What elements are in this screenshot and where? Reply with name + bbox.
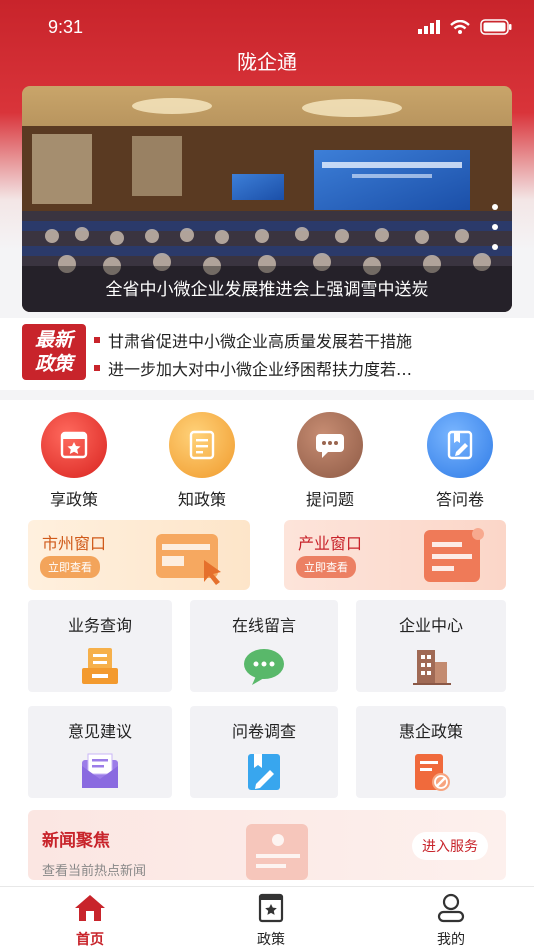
industry-window-card[interactable]: 产业窗口 立即查看 bbox=[284, 520, 506, 590]
industry-list-icon bbox=[424, 528, 484, 582]
city-window-title: 市州窗口 bbox=[42, 534, 107, 553]
tab-home[interactable]: 首页 bbox=[50, 893, 130, 949]
envelope-icon bbox=[82, 753, 118, 788]
building-icon bbox=[413, 650, 451, 685]
wifi-icon bbox=[450, 20, 470, 34]
service-enterprise-center[interactable]: 企业中心 bbox=[356, 600, 506, 692]
carousel-dot bbox=[492, 204, 498, 210]
industry-window-title: 产业窗口 bbox=[298, 534, 363, 553]
latest-policy-badge: 最新 政策 bbox=[22, 324, 86, 380]
quick-answer-survey[interactable]: 答问卷 bbox=[420, 412, 500, 510]
quick-know-policy[interactable]: 知政策 bbox=[162, 412, 242, 510]
document-icon bbox=[169, 412, 235, 478]
bullet-icon bbox=[94, 365, 100, 371]
card-click-icon bbox=[156, 534, 221, 585]
tab-label: 首页 bbox=[76, 932, 104, 948]
industry-window-view-button[interactable]: 立即查看 bbox=[296, 556, 356, 578]
service-business-inquiry[interactable]: 业务查询 bbox=[28, 600, 172, 692]
city-window-view-button[interactable]: 立即查看 bbox=[40, 556, 100, 578]
service-label: 企业中心 bbox=[398, 616, 463, 635]
service-questionnaire-survey[interactable]: 问卷调查 bbox=[190, 706, 338, 798]
carousel-dot bbox=[492, 224, 498, 230]
policy-star-icon bbox=[41, 412, 107, 478]
quick-ask-question[interactable]: 提问题 bbox=[290, 412, 370, 510]
city-window-card[interactable]: 市州窗口 立即查看 bbox=[28, 520, 250, 590]
policy-list: 甘肃省促进中小微企业高质量发展若干措施 进一步加大对中小微企业纾困帮扶力度若… bbox=[94, 326, 514, 382]
inquiry-icon bbox=[82, 648, 118, 684]
policy-tab-icon bbox=[258, 893, 284, 923]
service-label: 问卷调查 bbox=[231, 722, 296, 741]
service-label: 意见建议 bbox=[67, 722, 132, 741]
news-document-icon bbox=[246, 824, 308, 880]
home-icon bbox=[75, 895, 105, 921]
quick-label: 提问题 bbox=[305, 490, 354, 509]
message-bubble-icon bbox=[244, 649, 284, 685]
news-focus-card[interactable]: 新闻聚焦 查看当前热点新闻 进入服务 bbox=[28, 810, 506, 880]
carousel-indicator bbox=[492, 204, 498, 250]
badge-line-2: 政策 bbox=[34, 353, 73, 375]
signal-icon bbox=[418, 20, 440, 34]
status-icons bbox=[418, 19, 512, 35]
bottom-tab-bar: 首页 政策 我的 bbox=[0, 886, 534, 950]
app-title: 陇企通 bbox=[237, 50, 297, 74]
service-section: 市州窗口 立即查看 产业窗口 立即查看 业务查询 在线留言 企业中心 意见建议 … bbox=[0, 510, 534, 950]
tab-mine[interactable]: 我的 bbox=[411, 893, 491, 949]
survey-icon bbox=[248, 754, 280, 790]
policy-item[interactable]: 进一步加大对中小微企业纾困帮扶力度若… bbox=[94, 354, 514, 382]
profile-icon bbox=[437, 893, 465, 923]
quick-label: 享政策 bbox=[49, 490, 98, 509]
policy-doc-icon bbox=[415, 754, 450, 791]
questionnaire-icon bbox=[427, 412, 493, 478]
carousel-dot bbox=[492, 244, 498, 250]
service-label: 惠企政策 bbox=[398, 722, 463, 741]
battery-icon bbox=[480, 19, 512, 35]
tab-label: 我的 bbox=[437, 932, 465, 948]
banner-caption: 全省中小微企业发展推进会上强调雪中送炭 bbox=[105, 280, 429, 300]
service-enterprise-policy[interactable]: 惠企政策 bbox=[356, 706, 506, 798]
service-online-message[interactable]: 在线留言 bbox=[190, 600, 338, 692]
bullet-icon bbox=[94, 337, 100, 343]
news-title: 新闻聚焦 bbox=[42, 831, 110, 851]
quick-actions: 享政策 知政策 提问题 答问卷 bbox=[0, 400, 534, 510]
status-time: 9:31 bbox=[48, 17, 84, 37]
latest-policy-section: 最新 政策 甘肃省促进中小微企业高质量发展若干措施 进一步加大对中小微企业纾困帮… bbox=[0, 318, 534, 390]
quick-label: 知政策 bbox=[177, 490, 226, 509]
policy-item[interactable]: 甘肃省促进中小微企业高质量发展若干措施 bbox=[94, 326, 514, 354]
badge-line-1: 最新 bbox=[34, 329, 73, 351]
quick-enjoy-policy[interactable]: 享政策 bbox=[34, 412, 114, 510]
quick-label: 答问卷 bbox=[435, 490, 484, 509]
enter-service-button[interactable]: 进入服务 bbox=[412, 832, 488, 860]
policy-item-text: 进一步加大对中小微企业纾困帮扶力度若… bbox=[108, 360, 413, 379]
service-label: 业务查询 bbox=[67, 616, 132, 635]
news-subtitle: 查看当前热点新闻 bbox=[42, 864, 147, 879]
chat-icon bbox=[297, 412, 363, 478]
tab-label: 政策 bbox=[257, 932, 285, 948]
service-opinion-suggestion[interactable]: 意见建议 bbox=[28, 706, 172, 798]
policy-item-text: 甘肃省促进中小微企业高质量发展若干措施 bbox=[108, 332, 413, 351]
service-label: 在线留言 bbox=[231, 616, 296, 635]
banner-carousel[interactable]: 全省中小微企业发展推进会上强调雪中送炭 bbox=[22, 86, 512, 312]
tab-policy[interactable]: 政策 bbox=[231, 893, 311, 949]
